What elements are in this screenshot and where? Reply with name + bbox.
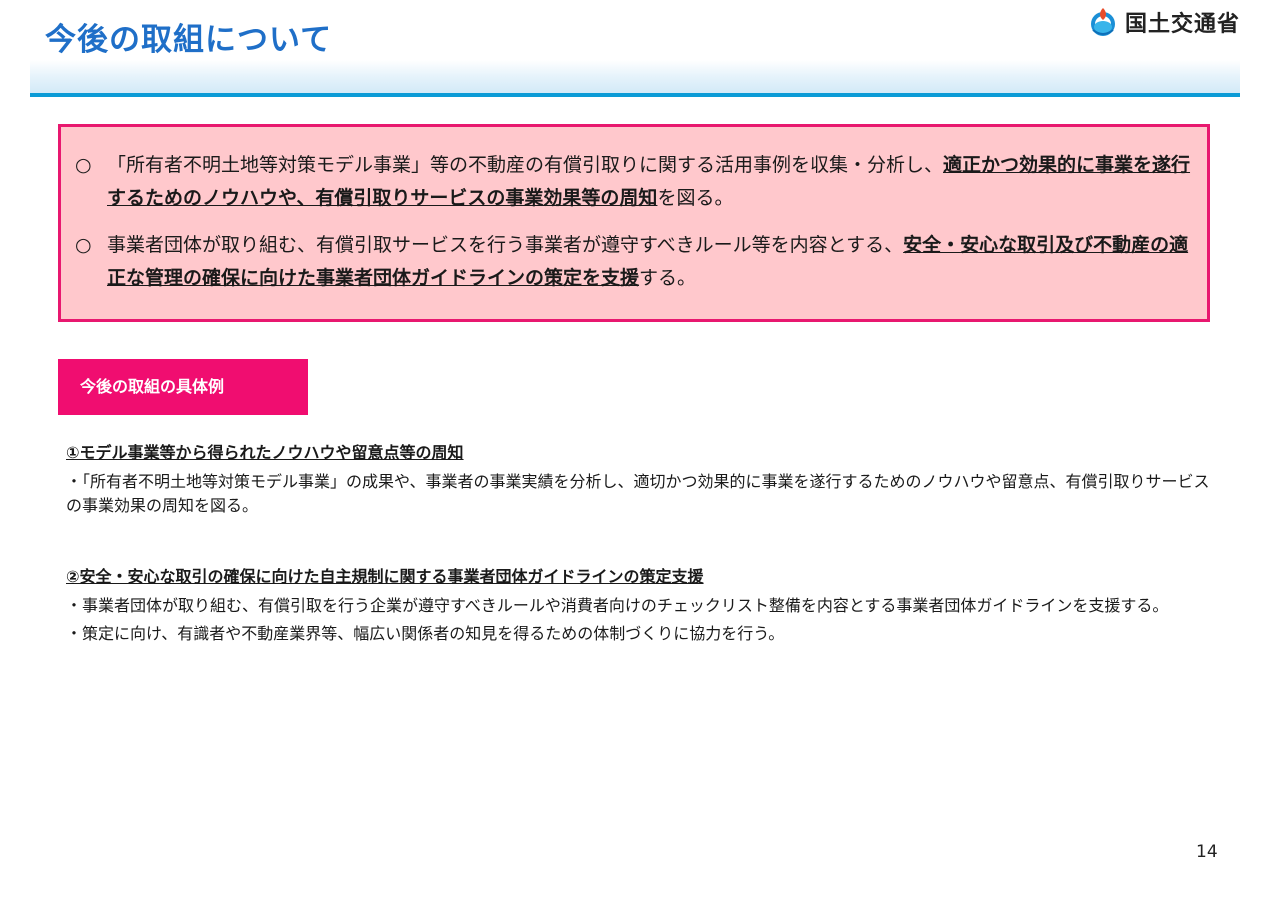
summary-item: ○ 「所有者不明土地等対策モデル事業」等の不動産の有償引取りに関する活用事例を収… xyxy=(75,149,1197,215)
summary-text-end: を図る。 xyxy=(657,187,734,209)
example-heading: ②安全・安心な取引の確保に向けた自主規制に関する事業者団体ガイドラインの策定支援 xyxy=(66,567,704,586)
summary-text: 「所有者不明土地等対策モデル事業」等の不動産の有償引取りに関する活用事例を収集・… xyxy=(107,154,944,176)
ministry-name: 国土交通省 xyxy=(1124,12,1240,37)
page-title: 今後の取組について xyxy=(45,22,333,58)
header-divider xyxy=(30,93,1240,97)
page-number: 14 xyxy=(1196,842,1218,862)
section-label: 今後の取組の具体例 xyxy=(58,359,308,415)
mlit-logo-icon xyxy=(1090,8,1115,36)
ministry-logo: 国土交通省 xyxy=(1089,2,1240,42)
example-text: ・策定に向け、有識者や不動産業界等、幅広い関係者の知見を得るための体制づくりに協… xyxy=(66,624,785,643)
example-text: ・事業者団体が取り組む、有償引取を行う企業が遵守すべきルールや消費者向けのチェッ… xyxy=(66,596,1169,615)
header-band xyxy=(30,60,1240,96)
summary-box: ○ 「所有者不明土地等対策モデル事業」等の不動産の有償引取りに関する活用事例を収… xyxy=(58,124,1210,322)
summary-text-end: する。 xyxy=(639,267,697,289)
circle-bullet-icon: ○ xyxy=(75,234,92,256)
summary-item: ○ 事業者団体が取り組む、有償引取サービスを行う事業者が遵守すべきルール等を内容… xyxy=(75,229,1197,295)
example-block: ①モデル事業等から得られたノウハウや留意点等の周知 ・「所有者不明土地等対策モデ… xyxy=(66,440,1216,522)
summary-text: 事業者団体が取り組む、有償引取サービスを行う事業者が遵守すべきルール等を内容とす… xyxy=(107,234,904,256)
example-block: ②安全・安心な取引の確保に向けた自主規制に関する事業者団体ガイドラインの策定支援… xyxy=(66,564,1216,650)
example-heading: ①モデル事業等から得られたノウハウや留意点等の周知 xyxy=(66,443,464,462)
circle-bullet-icon: ○ xyxy=(75,154,92,176)
example-text: ・「所有者不明土地等対策モデル事業」の成果や、事業者の事業実績を分析し、適切かつ… xyxy=(66,472,1210,515)
